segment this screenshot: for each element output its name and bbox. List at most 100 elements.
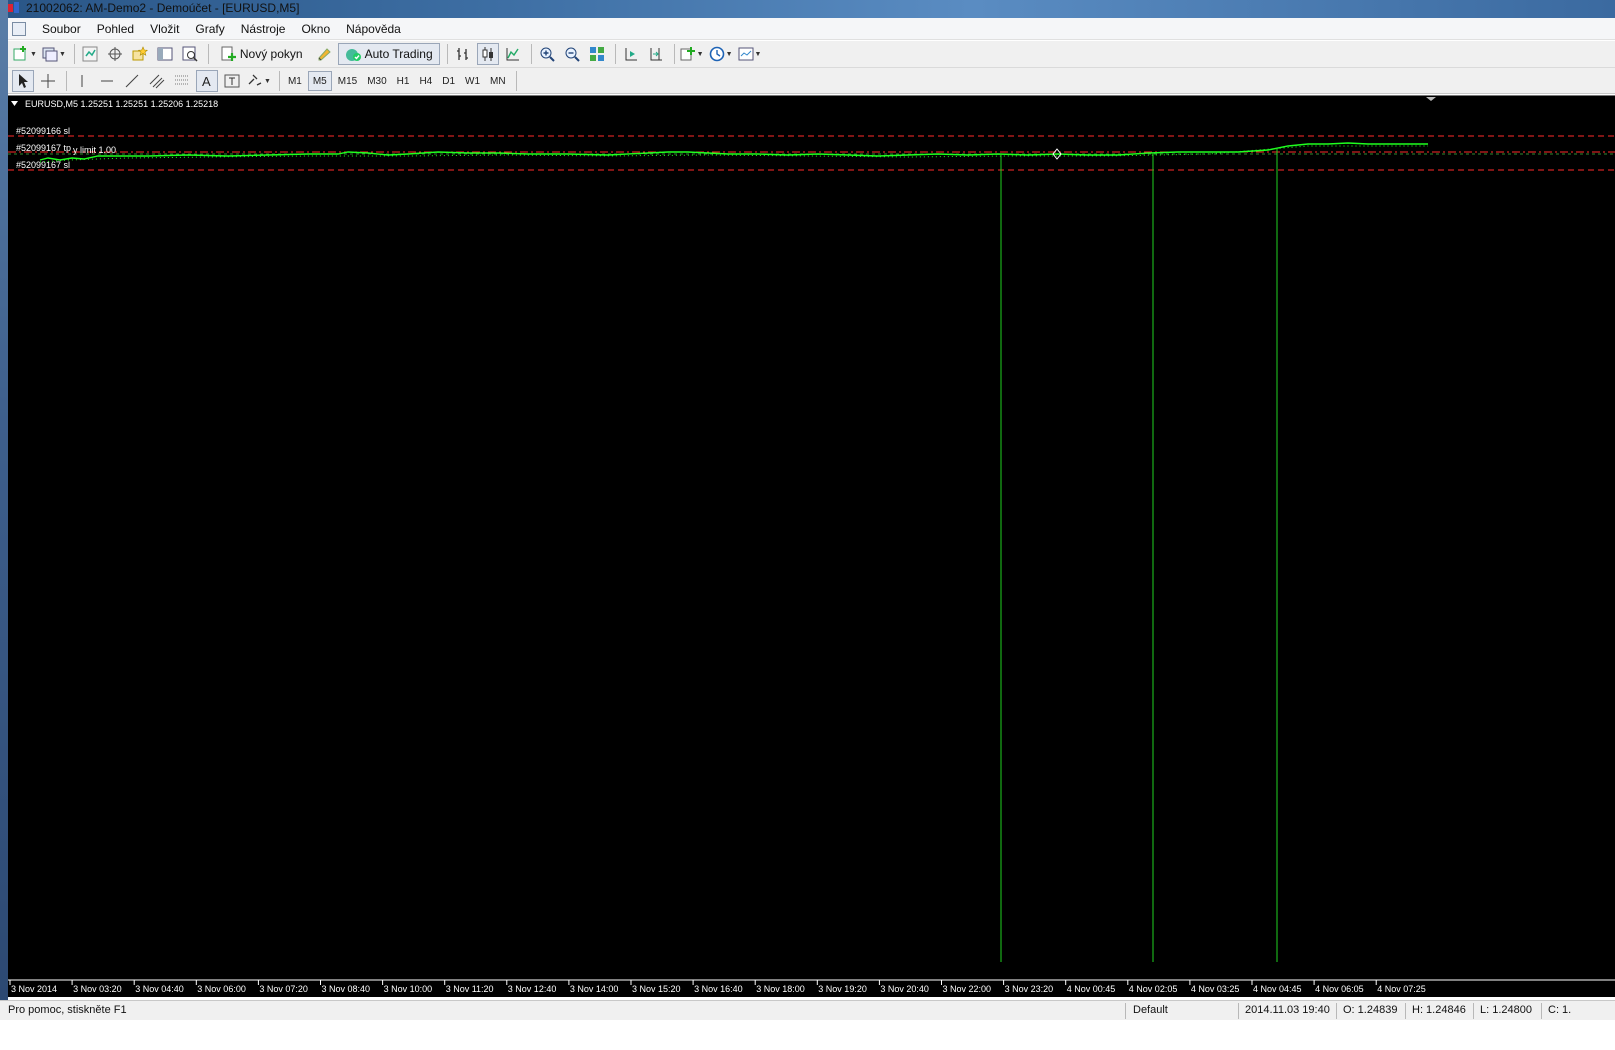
templates-button[interactable]: ▼ [737,43,763,65]
cursor-tool-button[interactable] [12,70,34,92]
app-icon [8,2,19,13]
text-label-icon [224,74,240,88]
screen-bottom [0,1020,1615,1050]
timeframe-m30[interactable]: M30 [363,71,390,91]
zoom-in-button[interactable] [536,43,558,65]
auto-trading-icon [345,49,361,61]
chart-shift-button[interactable] [645,43,667,65]
status-open: O: 1.24839 [1343,1004,1398,1016]
zoom-out-button[interactable] [561,43,583,65]
status-profile[interactable]: Default [1133,1004,1168,1016]
svg-text:A: A [202,74,211,89]
time-axis-label: 3 Nov 06:00 [197,984,246,994]
market-watch-button[interactable] [79,43,101,65]
menu-vlozit[interactable]: Vložit [142,22,187,36]
vertical-line-icon [81,75,83,87]
line-chart-button[interactable] [502,43,524,65]
time-axis-label: 3 Nov 03:20 [73,984,122,994]
terminal-button[interactable] [154,43,176,65]
new-order-icon [221,46,236,61]
status-high: H: 1.24846 [1412,1004,1466,1016]
text-tool-button[interactable]: A [196,70,218,92]
menu-pohled[interactable]: Pohled [89,22,142,36]
menu-okno[interactable]: Okno [293,22,338,36]
timeframe-m1[interactable]: M1 [284,71,306,91]
crosshair-icon [41,74,55,88]
status-divider [1125,1003,1126,1019]
time-axis-label: 3 Nov 19:20 [818,984,867,994]
chart-window-icon[interactable] [12,22,26,36]
time-axis-label: 4 Nov 06:05 [1315,984,1364,994]
toolbar-separator [530,44,532,64]
equidistant-channel-button[interactable] [146,70,168,92]
status-datetime: 2014.11.03 19:40 [1245,1004,1330,1016]
time-axis-label: 4 Nov 03:25 [1191,984,1240,994]
timeframe-m15[interactable]: M15 [334,71,361,91]
timeframe-mn[interactable]: MN [486,71,510,91]
chart-menu-triangle[interactable] [11,101,18,106]
arrows-button[interactable]: ▼ [246,70,272,92]
timeframe-m5[interactable]: M5 [307,71,332,91]
menu-bar: Soubor Pohled Vložit Grafy Nástroje Okno… [8,18,1615,40]
candlestick-chart-button[interactable] [476,43,499,65]
chart-shift-icon [650,48,662,61]
text-label-button[interactable] [221,70,243,92]
metaeditor-button[interactable] [313,43,335,65]
time-axis-label: 3 Nov 18:00 [756,984,805,994]
time-axis-label: 3 Nov 16:40 [694,984,743,994]
toolbar-separator [207,44,209,64]
arrows-icon [248,74,262,86]
auto-trading-button[interactable]: Auto Trading [337,43,440,65]
desktop-edge [0,0,8,1050]
vertical-line-button[interactable] [71,70,93,92]
chart-shift-marker[interactable] [1426,97,1436,101]
time-axis-label: 3 Nov 12:40 [508,984,557,994]
templates-icon [738,47,753,61]
timeframe-h4[interactable]: H4 [415,71,436,91]
navigator-button[interactable] [129,43,151,65]
zoom-out-icon [565,47,580,62]
timeframe-d1[interactable]: D1 [438,71,459,91]
status-help-text: Pro pomoc, stiskněte F1 [8,1004,127,1016]
order-label-limit: y limit 1.00 [73,145,116,155]
toolbar-separator [614,44,616,64]
tile-windows-icon [589,47,604,61]
chart-window[interactable]: EURUSD,M5 1.25251 1.25251 1.25206 1.2521… [8,95,1615,997]
toolbar-separator [73,44,75,64]
bar-chart-button[interactable] [452,43,474,65]
new-chart-icon [13,46,26,61]
crosshair-tool-button[interactable] [37,70,59,92]
time-axis-label: 3 Nov 10:00 [384,984,433,994]
new-chart-button[interactable]: ▼ [12,43,38,65]
auto-scroll-button[interactable] [620,43,642,65]
fibonacci-button[interactable] [171,70,193,92]
title-bar: 21002062: AM-Demo2 - Demoúčet - [EURUSD,… [8,0,1615,18]
menu-soubor[interactable]: Soubor [34,22,89,36]
menu-nastroje[interactable]: Nástroje [233,22,294,36]
status-divider [1541,1003,1542,1019]
trendline-button[interactable] [121,70,143,92]
navigator-star-icon [132,46,148,61]
time-axis-label: 3 Nov 04:40 [135,984,184,994]
clock-icon [709,46,724,62]
data-window-button[interactable] [104,43,126,65]
order-label-sl-top: #52099166 sl [16,126,70,136]
new-order-button[interactable]: Nový pokyn [213,43,310,65]
price-chart[interactable]: EURUSD,M5 1.25251 1.25251 1.25206 1.2521… [8,96,1615,998]
tile-windows-button[interactable] [586,43,608,65]
profiles-button[interactable]: ▼ [41,43,67,65]
time-axis-label: 3 Nov 20:40 [880,984,929,994]
menu-napoveda[interactable]: Nápověda [338,22,409,36]
strategy-tester-button[interactable] [179,43,201,65]
timeframe-h1[interactable]: H1 [393,71,414,91]
horizontal-line-button[interactable] [96,70,118,92]
channel-icon [149,74,165,89]
periods-button[interactable]: ▼ [708,43,734,65]
status-low: L: 1.24800 [1480,1004,1532,1016]
menu-grafy[interactable]: Grafy [187,22,232,36]
toolbar-separator [66,71,67,91]
indicators-button[interactable]: ▼ [679,43,705,65]
toolbar-separator [673,44,675,64]
timeframe-w1[interactable]: W1 [461,71,484,91]
candlestick-icon [482,47,493,61]
